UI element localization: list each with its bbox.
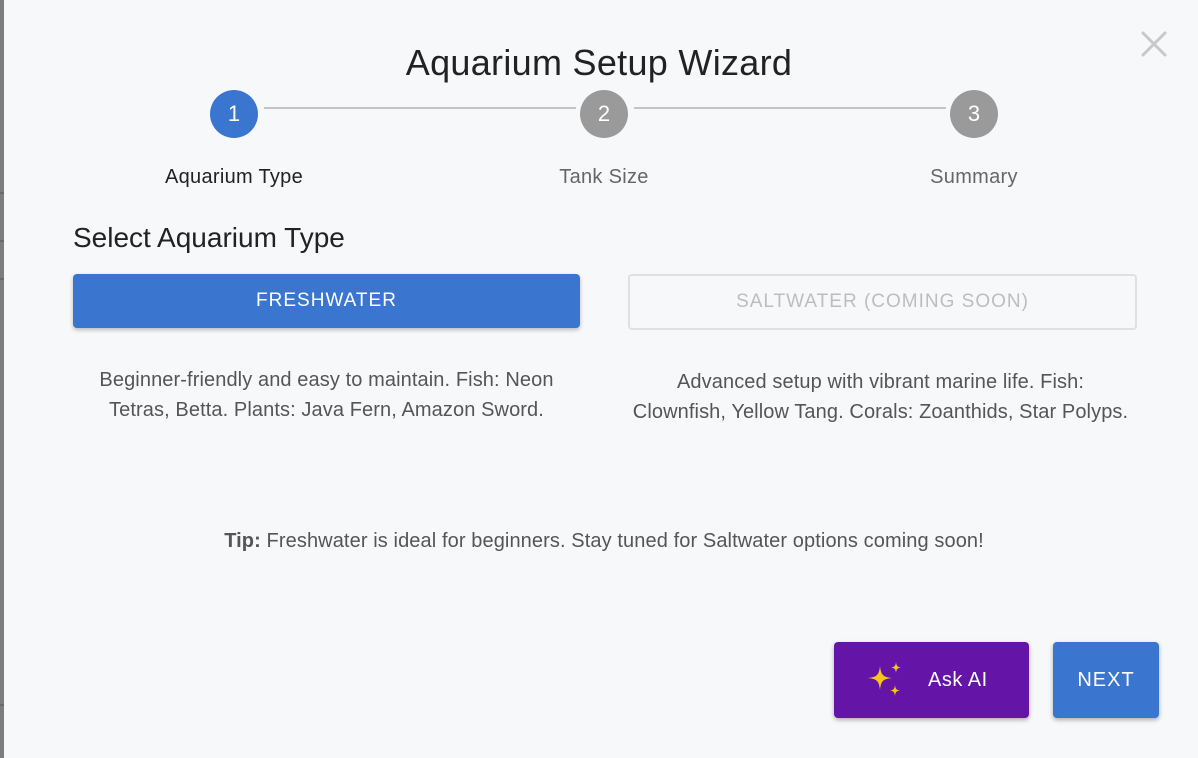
step-1-indicator[interactable]: 1: [210, 90, 258, 138]
ask-ai-label: Ask AI: [928, 669, 988, 691]
step-connector: [634, 107, 946, 109]
freshwater-description: Beginner-friendly and easy to maintain. …: [99, 369, 554, 421]
tip-body: Freshwater is ideal for beginners. Stay …: [260, 530, 984, 552]
step-2-label: Tank Size: [559, 166, 649, 188]
saltwater-description: Advanced setup with vibrant marine life.…: [632, 371, 1129, 423]
section-heading: Select Aquarium Type: [73, 222, 345, 253]
freshwater-button[interactable]: FRESHWATER: [73, 274, 580, 328]
saltwater-button[interactable]: SALTWATER (COMING SOON): [628, 274, 1137, 330]
ask-ai-button[interactable]: Ask AI: [834, 642, 1029, 718]
step-3-label: Summary: [930, 166, 1018, 188]
tip-prefix: Tip:: [224, 530, 261, 552]
step-1-label: Aquarium Type: [164, 166, 304, 188]
step-3-indicator[interactable]: 3: [950, 90, 998, 138]
sparkles-icon: [864, 660, 906, 707]
step-connector: [264, 107, 576, 109]
dialog-title: Aquarium Setup Wizard: [405, 42, 793, 83]
next-button[interactable]: NEXT: [1053, 642, 1159, 718]
tip-text: Tip: Freshwater is ideal for beginners. …: [0, 530, 1198, 553]
step-2-indicator[interactable]: 2: [580, 90, 628, 138]
